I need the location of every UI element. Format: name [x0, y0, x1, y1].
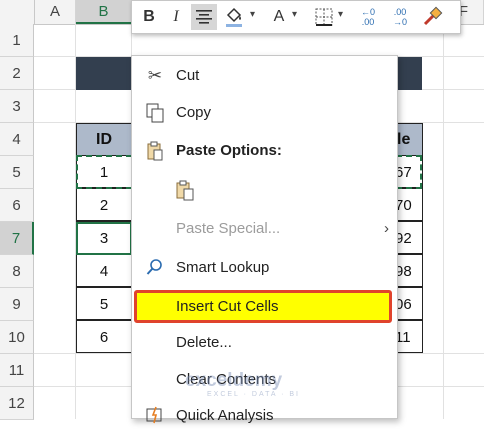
row-header-10[interactable]: 10	[0, 321, 34, 354]
mini-toolbar: B I ▾ A ▾ ▾ ←0 .00 .00 →0	[131, 0, 461, 34]
id-cell[interactable]: 2	[76, 188, 132, 221]
menu-item-cut[interactable]: ✂ Cut	[132, 61, 397, 91]
menu-item-delete[interactable]: Delete...	[132, 328, 397, 358]
fill-color-dropdown[interactable]: ▾	[250, 9, 255, 20]
select-all-corner[interactable]	[0, 0, 35, 24]
row-header-6[interactable]: 6	[0, 189, 34, 222]
format-painter-button[interactable]	[419, 4, 445, 30]
italic-button[interactable]: I	[165, 4, 187, 30]
menu-item-insert-cut-cells[interactable]: Insert Cut Cells	[132, 292, 397, 322]
align-center-icon	[196, 10, 212, 24]
id-cell[interactable]: 6	[76, 320, 132, 353]
scissors-icon: ✂	[147, 66, 163, 85]
menu-item-insert-cut-cells-label: Insert Cut Cells	[176, 298, 279, 315]
font-color-dropdown[interactable]: ▾	[292, 9, 297, 20]
font-color-button[interactable]: A	[268, 4, 290, 30]
row-header-7[interactable]: 7	[0, 222, 34, 255]
menu-item-quick-analysis-label: Quick Analysis	[176, 407, 274, 424]
row-header-4[interactable]: 4	[0, 123, 34, 156]
magnifier-icon	[144, 258, 166, 278]
borders-icon	[315, 8, 333, 26]
increase-decimal-button[interactable]: ←0 .00	[354, 4, 382, 30]
paste-options-label: Paste Options:	[176, 142, 282, 159]
row-header-5[interactable]: 5	[0, 156, 34, 189]
row-header-9[interactable]: 9	[0, 288, 34, 321]
decrease-decimal-button[interactable]: .00 →0	[386, 4, 414, 30]
id-cell[interactable]: 4	[76, 254, 132, 287]
menu-item-smart-lookup[interactable]: Smart Lookup	[132, 253, 397, 283]
paste-button[interactable]	[170, 174, 230, 204]
fill-color-button[interactable]	[221, 4, 247, 30]
row-header-11[interactable]: 11	[0, 354, 34, 387]
format-painter-icon	[423, 6, 443, 26]
id-cell[interactable]: 5	[76, 287, 132, 320]
column-header-a[interactable]: A	[35, 0, 76, 24]
column-header-b[interactable]: B	[76, 0, 132, 24]
grid-line	[443, 24, 444, 419]
clipboard-icon	[144, 141, 166, 161]
borders-dropdown[interactable]: ▾	[338, 9, 343, 20]
menu-item-paste-special[interactable]: Paste Special... ›	[132, 214, 397, 244]
menu-item-smart-lookup-label: Smart Lookup	[176, 259, 270, 276]
fill-color-icon	[226, 7, 242, 27]
watermark-tagline: EXCEL · DATA · BI	[207, 391, 300, 398]
menu-item-quick-analysis[interactable]: Quick Analysis	[132, 401, 397, 431]
chevron-right-icon: ›	[384, 220, 389, 237]
quick-analysis-icon	[144, 406, 166, 426]
menu-item-cut-label: Cut	[176, 67, 200, 84]
menu-item-copy-label: Copy	[176, 104, 212, 121]
borders-button[interactable]	[312, 4, 336, 30]
watermark-logo: exceldemy	[185, 370, 283, 391]
paste-options-header: Paste Options:	[132, 136, 397, 166]
row-header-2[interactable]: 2	[0, 57, 34, 90]
bold-button[interactable]: B	[138, 4, 160, 30]
menu-item-delete-label: Delete...	[176, 334, 232, 351]
row-header-1[interactable]: 1	[0, 24, 34, 57]
table-header-id[interactable]: ID	[76, 123, 132, 156]
align-center-button[interactable]	[191, 4, 217, 30]
row-header-12[interactable]: 12	[0, 387, 34, 420]
context-menu: ✂ Cut Copy Paste Options: Paste Special.…	[131, 55, 398, 424]
row-header-8[interactable]: 8	[0, 255, 34, 288]
copy-icon	[144, 103, 166, 123]
active-cell-selection[interactable]	[76, 222, 132, 255]
clipboard-icon	[174, 180, 196, 201]
row-header-3[interactable]: 3	[0, 90, 34, 123]
menu-item-copy[interactable]: Copy	[132, 98, 397, 128]
menu-item-paste-special-label: Paste Special...	[176, 220, 281, 237]
